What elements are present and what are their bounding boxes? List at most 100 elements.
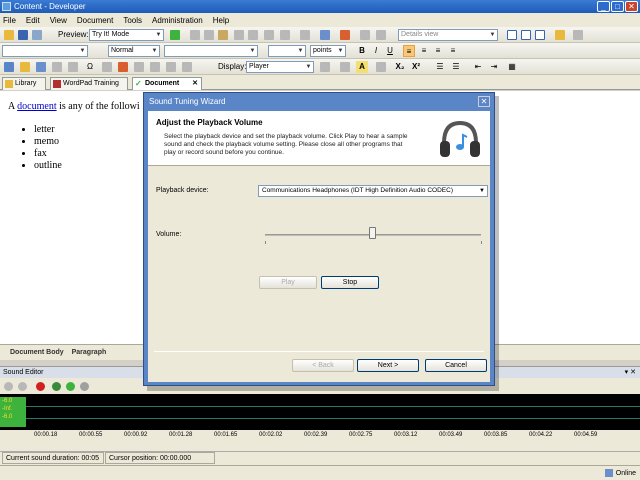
zoom-icon[interactable] [376, 30, 386, 40]
image-icon[interactable] [300, 30, 310, 40]
font-select[interactable]: ▼ [2, 45, 88, 57]
align-left-icon[interactable]: ≡ [403, 45, 415, 57]
stop-icon[interactable] [80, 382, 89, 391]
tab-wordpad-training[interactable]: WordPad Training [50, 77, 128, 90]
play-preview-icon[interactable] [170, 30, 180, 40]
close-button[interactable]: ✕ [625, 1, 638, 12]
insert-column-icon[interactable] [68, 62, 78, 72]
link-icon[interactable] [280, 30, 290, 40]
border-icon[interactable]: ▦ [506, 61, 518, 73]
view-select[interactable]: Details view ▼ [398, 29, 498, 41]
play-selection-icon[interactable] [66, 382, 75, 391]
horizontal-scrollbar[interactable] [0, 442, 640, 452]
tab-document[interactable]: ✓ Document ✕ [132, 77, 202, 90]
field-icon[interactable] [150, 62, 160, 72]
clear-format-icon[interactable] [320, 62, 330, 72]
insert-row-icon[interactable] [52, 62, 62, 72]
dialog-close-button[interactable]: ✕ [478, 96, 490, 107]
menu-view[interactable]: View [50, 16, 67, 25]
underline-button[interactable]: U [384, 45, 396, 57]
undo-icon[interactable] [234, 30, 244, 40]
code-view-icon[interactable] [535, 30, 545, 40]
play-button[interactable]: Play [259, 276, 317, 289]
breadcrumb-document-body[interactable]: Document Body [10, 349, 64, 356]
new-icon[interactable] [4, 62, 14, 72]
layout-view-icon[interactable] [507, 30, 517, 40]
table-icon[interactable] [320, 30, 330, 40]
chevron-down-icon: ▼ [155, 32, 162, 38]
align-right-icon[interactable]: ≡ [432, 45, 444, 57]
hr-icon[interactable] [102, 62, 112, 72]
numbered-list-icon[interactable]: ☰ [450, 61, 462, 73]
eraser-icon[interactable] [376, 62, 386, 72]
close-tab-icon[interactable]: ✕ [192, 78, 198, 90]
minimize-button[interactable]: _ [597, 1, 610, 12]
sound-icon[interactable] [118, 62, 128, 72]
copy-icon[interactable] [204, 30, 214, 40]
open-icon[interactable] [4, 30, 14, 40]
play-icon[interactable] [52, 382, 61, 391]
document-link[interactable]: document [17, 101, 56, 112]
menu-file[interactable]: File [3, 16, 16, 25]
display-select[interactable]: Player ▼ [246, 61, 314, 73]
menu-tools[interactable]: Tools [123, 16, 142, 25]
print-icon[interactable] [32, 30, 42, 40]
font-color-icon[interactable] [340, 62, 350, 72]
indent-icon[interactable]: ⇥ [488, 61, 500, 73]
cut-icon[interactable] [190, 30, 200, 40]
folder-icon[interactable] [555, 30, 565, 40]
justify-icon[interactable]: ≡ [447, 45, 459, 57]
subscript-button[interactable]: X₂ [394, 61, 406, 73]
preview-mode-select[interactable]: Try It! Mode ▼ [89, 29, 164, 41]
breadcrumb-paragraph[interactable]: Paragraph [72, 349, 107, 356]
list-item: outline [34, 160, 62, 172]
slider-tick [481, 241, 482, 244]
properties-icon[interactable] [573, 30, 583, 40]
size-unit-select[interactable]: points ▼ [310, 45, 346, 57]
stop-button[interactable]: Stop [321, 276, 379, 289]
import-sound-icon[interactable] [18, 382, 27, 391]
italic-button[interactable]: I [370, 45, 382, 57]
record-icon[interactable] [36, 382, 45, 391]
font-size-input[interactable]: ▼ [268, 45, 306, 57]
date-icon[interactable] [134, 62, 144, 72]
style-select[interactable]: Normal ▼ [108, 45, 160, 57]
media-icon[interactable] [340, 30, 350, 40]
volume-label: Volume: [156, 231, 182, 238]
paste-icon[interactable] [218, 30, 228, 40]
outdent-icon[interactable]: ⇤ [472, 61, 484, 73]
playback-device-select[interactable]: Communications Headphones (IDT High Defi… [258, 185, 488, 197]
font-family-select[interactable]: ▼ [164, 45, 258, 57]
spell-icon[interactable] [360, 30, 370, 40]
new-sound-icon[interactable] [4, 382, 13, 391]
level-meter: -6.0 -Inf. -6.0 [0, 397, 26, 427]
menu-document[interactable]: Document [77, 16, 113, 25]
bold-button[interactable]: B [356, 45, 368, 57]
app-icon [2, 2, 11, 11]
symbol-icon[interactable]: Ω [84, 61, 96, 73]
back-button[interactable]: < Back [292, 359, 354, 372]
menu-help[interactable]: Help [213, 16, 229, 25]
save-icon[interactable] [18, 30, 28, 40]
bullet-list-icon[interactable]: ☰ [434, 61, 446, 73]
split-view-icon[interactable] [521, 30, 531, 40]
highlight-button[interactable]: A [356, 61, 368, 73]
find-icon[interactable] [264, 30, 274, 40]
check-icon[interactable] [166, 62, 176, 72]
redo-icon[interactable] [248, 30, 258, 40]
superscript-button[interactable]: X² [410, 61, 422, 73]
volume-slider-thumb[interactable] [369, 227, 376, 239]
maximize-button[interactable]: □ [611, 1, 624, 12]
menu-edit[interactable]: Edit [26, 16, 40, 25]
bookmark-icon[interactable] [20, 62, 30, 72]
cancel-button[interactable]: Cancel [425, 359, 487, 372]
form-icon[interactable] [182, 62, 192, 72]
insert-table-icon[interactable] [36, 62, 46, 72]
dialog-titlebar[interactable]: Sound Tuning Wizard ✕ [144, 93, 494, 111]
next-button[interactable]: Next > [357, 359, 419, 372]
waveform-display[interactable]: -6.0 -Inf. -6.0 [0, 394, 640, 430]
align-center-icon[interactable]: ≡ [418, 45, 430, 57]
tab-library[interactable]: Library [2, 77, 46, 90]
list-item: fax [34, 148, 62, 160]
menu-administration[interactable]: Administration [152, 16, 203, 25]
